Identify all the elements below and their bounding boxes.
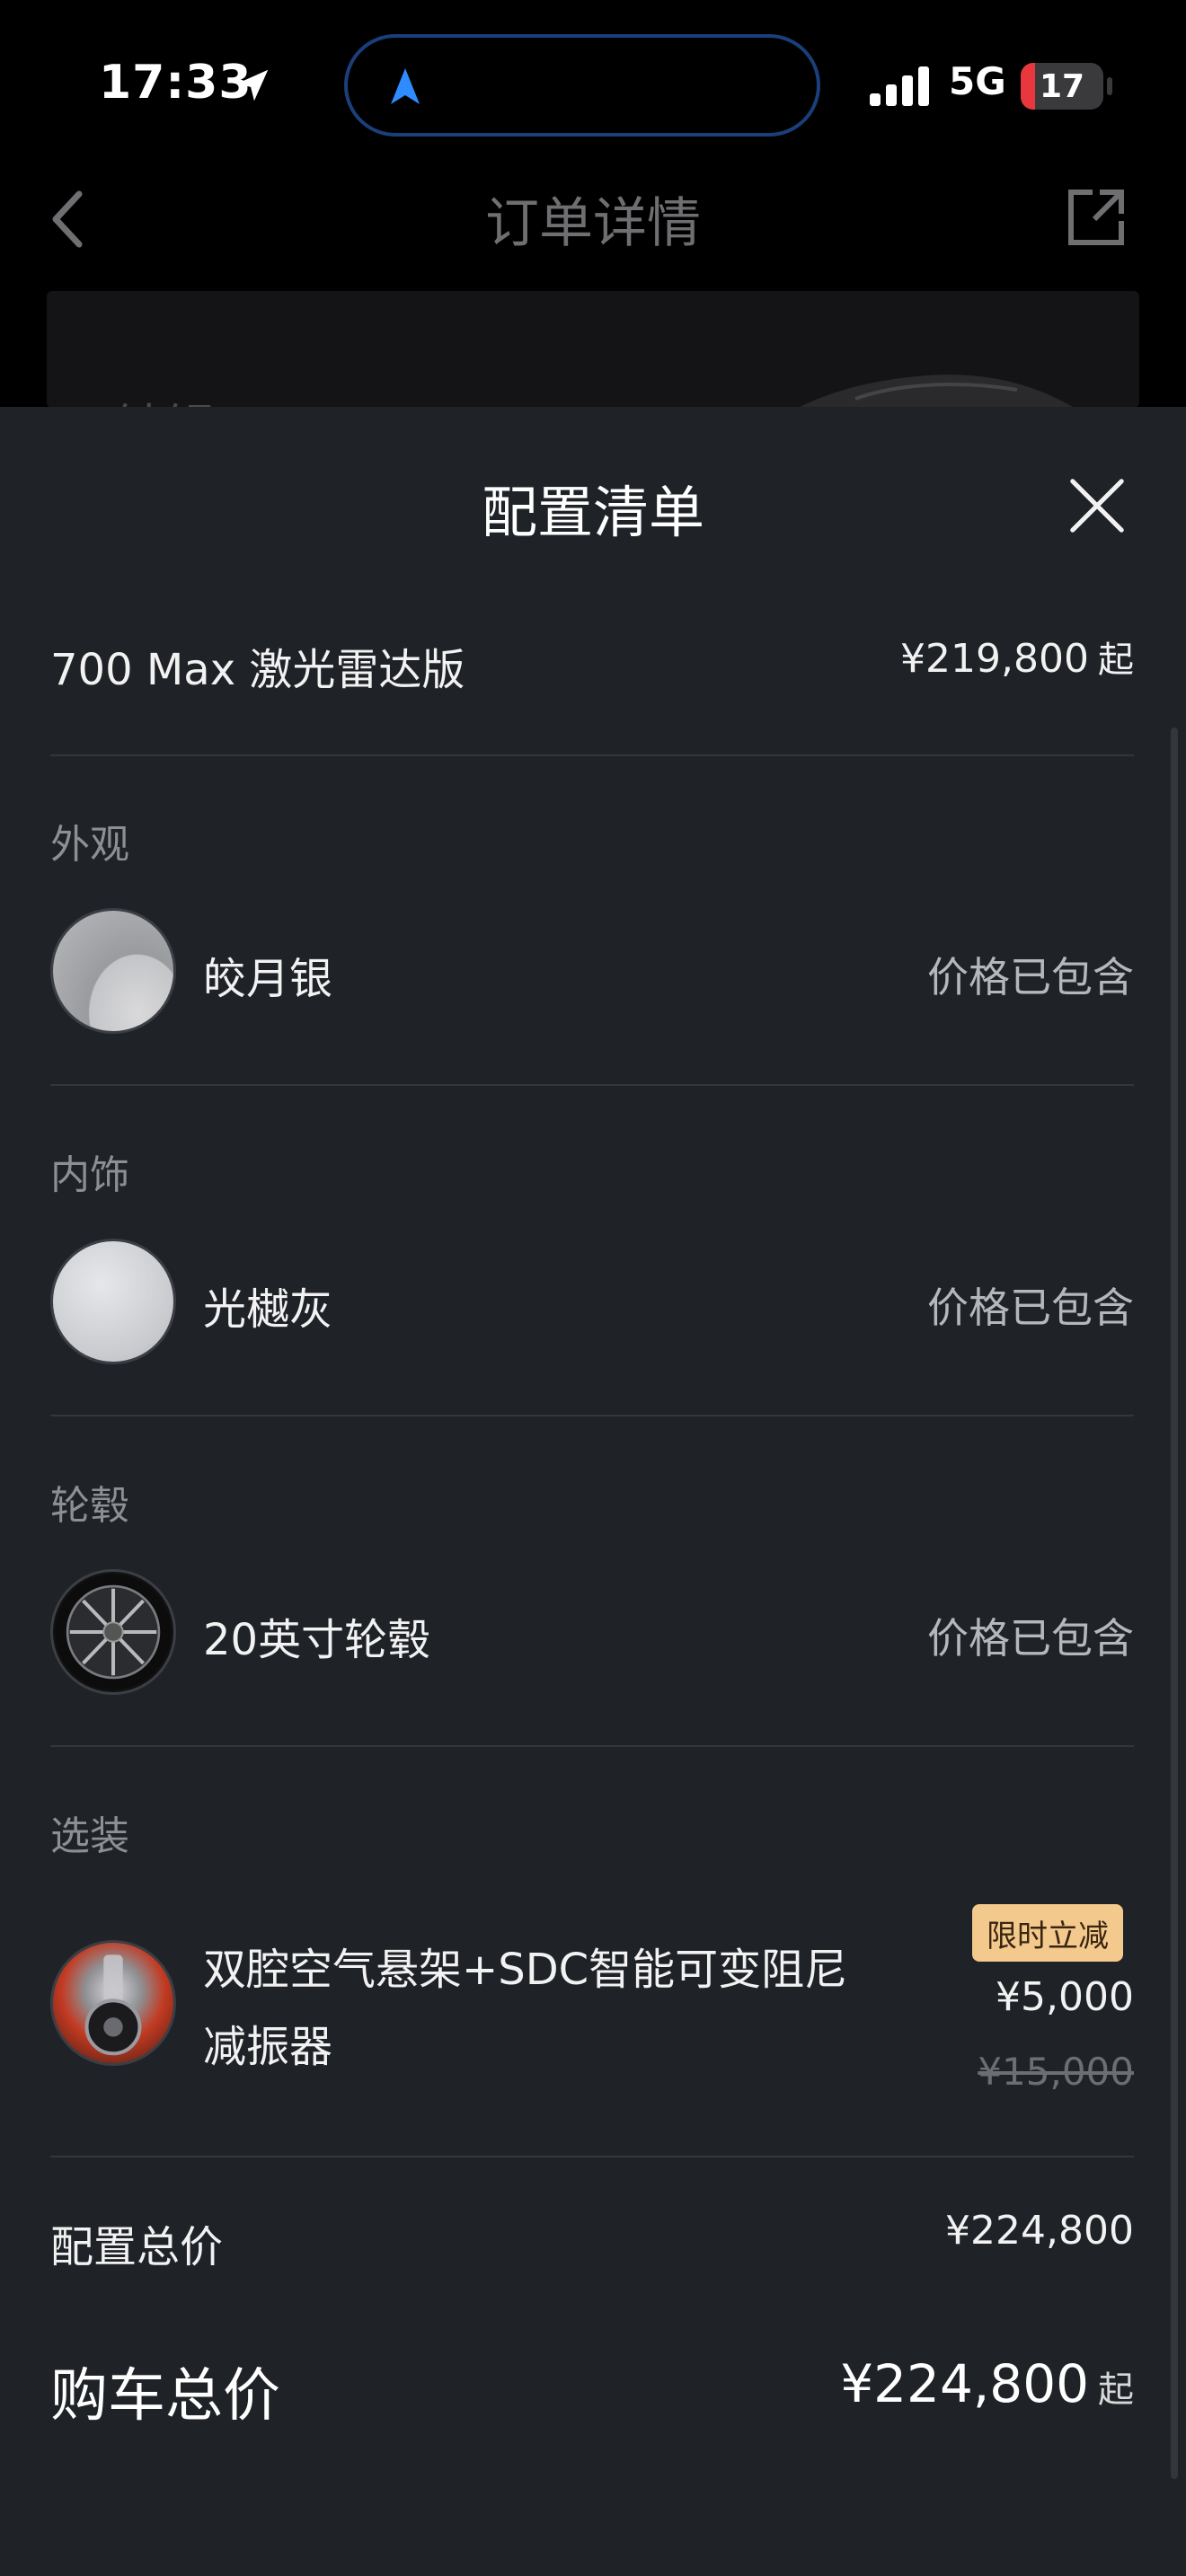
wheel-swatch	[50, 1569, 176, 1695]
section-label-wheels: 轮毂	[50, 1483, 129, 1529]
car-image	[798, 375, 1075, 408]
option-price: ¥5,000	[996, 1974, 1134, 2020]
purchase-total-value: ¥224,800	[840, 2353, 1089, 2414]
section-label-interior: 内饰	[50, 1152, 129, 1198]
divider	[50, 1415, 1134, 1416]
limited-discount-badge: 限时立减	[972, 1904, 1123, 1962]
purchase-total-suffix: 起	[1098, 2369, 1134, 2411]
section-label-exterior: 外观	[50, 822, 129, 868]
divider	[50, 1745, 1134, 1747]
background-car-card: 钛银7	[47, 291, 1139, 408]
battery-icon: 17	[1021, 63, 1103, 110]
location-arrow-icon	[236, 69, 269, 101]
scrollbar[interactable]	[1171, 728, 1178, 2479]
section-label-options: 选装	[50, 1813, 129, 1859]
dynamic-island[interactable]	[344, 34, 820, 137]
battery-level: 17	[1039, 67, 1085, 105]
interior-color-name: 光樾灰	[203, 1284, 333, 1335]
suspension-option-name: 双腔空气悬架+SDC智能可变阻尼减振器	[203, 1945, 848, 2072]
share-icon[interactable]	[1064, 185, 1128, 250]
suspension-icon	[84, 1954, 142, 2056]
navigation-arrow-icon	[391, 68, 420, 104]
config-total-label: 配置总价	[50, 2222, 224, 2272]
network-type: 5G	[949, 59, 1006, 103]
exterior-color-name: 皎月银	[203, 954, 333, 1004]
wheel-icon	[55, 1574, 172, 1690]
battery-cap	[1107, 77, 1112, 95]
divider	[50, 2156, 1134, 2157]
purchase-total-label: 购车总价	[50, 2363, 280, 2430]
sheet-title: 配置清单	[481, 480, 704, 545]
config-total-value: ¥224,800	[945, 2208, 1134, 2254]
interior-color-swatch	[50, 1239, 176, 1364]
status-time: 17:33	[99, 56, 252, 110]
divider	[50, 1084, 1134, 1086]
model-price: ¥219,800 起	[900, 631, 1134, 683]
close-icon[interactable]	[1066, 474, 1128, 537]
exterior-price-status: 价格已包含	[927, 953, 1134, 1001]
model-price-value: ¥219,800	[900, 636, 1089, 682]
exterior-color-swatch	[50, 908, 176, 1034]
background-card-text: 钛银7	[115, 388, 248, 408]
model-price-suffix: 起	[1098, 640, 1134, 681]
status-bar: 17:33 5G 17	[0, 0, 1186, 171]
wheel-price-status: 价格已包含	[927, 1614, 1134, 1663]
purchase-total: ¥224,800 起	[840, 2353, 1134, 2414]
background-page-title: 订单详情	[485, 192, 701, 255]
cellular-signal-icon	[870, 66, 929, 106]
wheel-name: 20英寸轮毂	[203, 1615, 431, 1665]
divider	[50, 754, 1134, 756]
option-original-price: ¥15,000	[978, 2050, 1134, 2094]
interior-price-status: 价格已包含	[927, 1284, 1134, 1332]
model-name: 700 Max 激光雷达版	[50, 645, 465, 695]
suspension-option-image	[50, 1940, 176, 2066]
